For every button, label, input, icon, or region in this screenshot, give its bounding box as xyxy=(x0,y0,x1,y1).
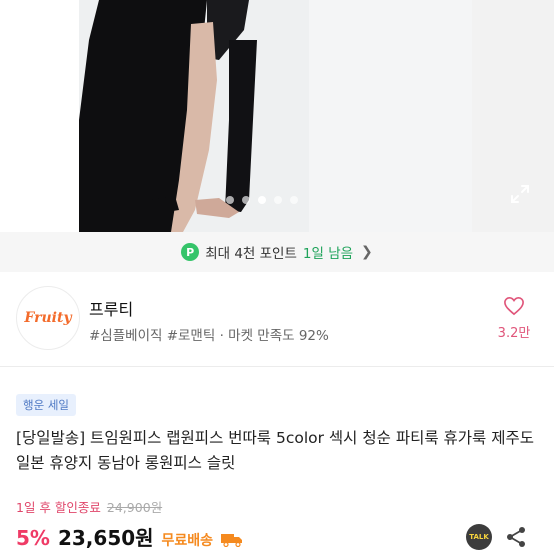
sale-deadline: 1일 후 할인종료 xyxy=(16,500,101,515)
points-remaining: 1일 남음 xyxy=(302,246,354,262)
heart-icon xyxy=(504,296,524,316)
truck-icon xyxy=(221,534,243,547)
shop-logo[interactable]: Fruity xyxy=(16,286,80,350)
gallery-dot[interactable] xyxy=(290,196,298,204)
original-price: 24,900원 xyxy=(106,500,163,515)
chevron-right-icon: ❯ xyxy=(361,244,373,260)
favorite-count: 3.2만 xyxy=(497,326,531,341)
shop-info[interactable]: Fruity 프루티 #심플베이직 #로맨틱 · 마켓 만족도 92% 3.2만 xyxy=(0,272,554,367)
points-banner[interactable]: P 최대 4천 포인트 1일 남음 ❯ xyxy=(0,232,554,272)
sale-badge: 행운 세일 xyxy=(16,394,76,416)
product-image-gallery[interactable] xyxy=(0,0,554,232)
gallery-margin-left xyxy=(0,0,79,232)
favorite-button[interactable]: 3.2만 xyxy=(494,296,534,341)
gallery-dot[interactable] xyxy=(226,196,234,204)
product-title: [당일발송] 트임원피스 랩원피스 번따룩 5color 섹시 청순 파티룩 휴… xyxy=(16,429,535,472)
points-icon: P xyxy=(181,243,200,261)
sale-price: 23,650원 xyxy=(57,526,154,550)
discount-rate: 5% xyxy=(16,526,50,550)
gallery-dot[interactable] xyxy=(242,196,250,204)
free-shipping-label: 무료배송 xyxy=(161,533,214,549)
shop-tags: #심플베이직 #로맨틱 · 마켓 만족도 92% xyxy=(89,328,329,344)
price-row: 5% 23,650원 무료배송 xyxy=(16,522,243,551)
gallery-pagination xyxy=(226,196,298,204)
expand-icon[interactable] xyxy=(508,182,532,206)
product-detail-screen: P 최대 4천 포인트 1일 남음 ❯ Fruity 프루티 #심플베이직 #로… xyxy=(0,0,554,554)
gallery-dot-active[interactable] xyxy=(258,196,266,204)
share-icon[interactable] xyxy=(505,526,527,548)
gallery-dot[interactable] xyxy=(274,196,282,204)
shop-name[interactable]: 프루티 xyxy=(89,296,133,320)
points-text: 최대 4천 포인트 xyxy=(205,246,297,262)
talk-chat-button[interactable]: TALK xyxy=(466,524,492,550)
sale-timer-row: 1일 후 할인종료 24,900원 xyxy=(16,497,162,516)
